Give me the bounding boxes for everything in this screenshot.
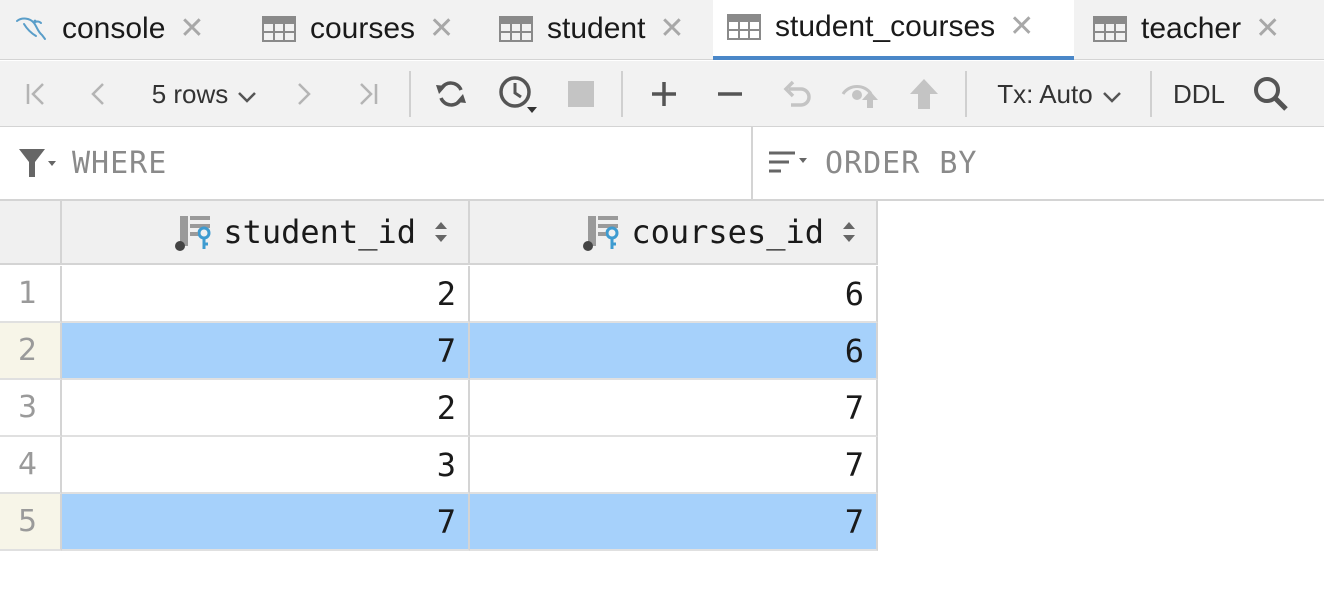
- tab-label: console: [62, 12, 166, 45]
- next-page-button[interactable]: [284, 61, 324, 127]
- last-page-button[interactable]: [346, 61, 390, 127]
- arrow-up-icon: [910, 79, 938, 109]
- search-icon: [1254, 77, 1288, 111]
- foreign-key-column-icon: [175, 212, 215, 252]
- sort-icon[interactable]: [434, 220, 448, 244]
- ddl-button[interactable]: DDL: [1166, 61, 1232, 127]
- undo-icon: [783, 80, 811, 107]
- page-size-label: 5 rows: [151, 78, 229, 109]
- tab-label: teacher: [1141, 12, 1242, 45]
- mysql-console-icon: [14, 15, 48, 43]
- column-title: courses_id: [631, 213, 824, 251]
- cell-student-id[interactable]: 2: [62, 266, 470, 323]
- tab-label: student_courses: [775, 10, 996, 43]
- stop-icon: [568, 81, 594, 107]
- grid-corner[interactable]: [0, 201, 62, 265]
- tab-student[interactable]: student ✕: [485, 0, 709, 58]
- row-number[interactable]: 2: [0, 323, 62, 380]
- eye-upload-icon: [841, 85, 878, 108]
- tab-courses[interactable]: courses ✕: [248, 0, 480, 58]
- sort-icon[interactable]: [842, 220, 856, 244]
- where-filter-field[interactable]: WHERE: [0, 127, 751, 199]
- editor-tab-bar: console ✕ courses ✕ student ✕ student_co…: [0, 0, 1324, 60]
- chevron-left-icon: [91, 83, 104, 105]
- close-icon[interactable]: ✕: [1009, 12, 1034, 42]
- add-row-button[interactable]: [642, 61, 686, 127]
- tab-console[interactable]: console ✕: [0, 0, 244, 58]
- column-header-courses-id[interactable]: courses_id: [470, 201, 878, 265]
- chevron-right-icon: [298, 83, 311, 105]
- tab-student-courses[interactable]: student_courses ✕: [713, 0, 1074, 60]
- transaction-mode-dropdown[interactable]: Tx: Auto: [990, 61, 1130, 127]
- column-title: student_id: [223, 213, 416, 251]
- toolbar-separator: [409, 71, 411, 117]
- tab-label: courses: [310, 12, 416, 45]
- preview-pending-changes-button[interactable]: [836, 61, 884, 127]
- cell-courses-id[interactable]: 7: [470, 494, 878, 551]
- order-by-placeholder: ORDER BY: [825, 145, 978, 181]
- cell-student-id[interactable]: 3: [62, 437, 470, 494]
- data-editor-toolbar: 5 rows Tx: Auto DDL: [0, 61, 1324, 127]
- close-icon[interactable]: ✕: [659, 14, 684, 44]
- cell-courses-id[interactable]: 6: [470, 323, 878, 380]
- table-icon: [499, 15, 533, 43]
- toolbar-separator: [1150, 71, 1152, 117]
- filter-icon: [19, 149, 56, 177]
- history-button[interactable]: [494, 61, 540, 127]
- plus-icon: [652, 82, 676, 106]
- clock-icon: [499, 76, 537, 113]
- minus-icon: [718, 92, 742, 96]
- refresh-button[interactable]: [428, 61, 474, 127]
- last-page-icon: [360, 83, 378, 105]
- row-number[interactable]: 4: [0, 437, 62, 494]
- order-by-field[interactable]: ORDER BY: [753, 127, 1324, 199]
- column-header-student-id[interactable]: student_id: [62, 201, 470, 265]
- first-page-button[interactable]: [14, 61, 58, 127]
- table-icon: [1093, 15, 1127, 43]
- where-placeholder: WHERE: [72, 145, 168, 181]
- stop-button[interactable]: [560, 61, 602, 127]
- foreign-key-column-icon: [583, 212, 623, 252]
- first-page-icon: [26, 83, 44, 105]
- cell-courses-id[interactable]: 7: [470, 380, 878, 437]
- delete-row-button[interactable]: [708, 61, 752, 127]
- tab-label: student: [547, 12, 646, 45]
- cell-courses-id[interactable]: 6: [470, 266, 878, 323]
- sort-lines-icon: [769, 151, 807, 173]
- row-number[interactable]: 5: [0, 494, 62, 551]
- cell-student-id[interactable]: 7: [62, 323, 470, 380]
- table-icon: [262, 15, 296, 43]
- close-icon[interactable]: ✕: [429, 14, 454, 44]
- chevron-down-icon: [1102, 92, 1121, 103]
- search-button[interactable]: [1246, 61, 1296, 127]
- page-size-dropdown[interactable]: 5 rows: [145, 61, 265, 127]
- submit-button[interactable]: [902, 61, 946, 127]
- refresh-icon: [436, 81, 466, 107]
- previous-page-button[interactable]: [78, 61, 118, 127]
- row-number[interactable]: 1: [0, 266, 62, 323]
- close-icon[interactable]: ✕: [179, 14, 204, 44]
- cell-student-id[interactable]: 2: [62, 380, 470, 437]
- chevron-down-icon: [238, 92, 257, 103]
- toolbar-separator: [965, 71, 967, 117]
- transaction-mode-label: Tx: Auto: [997, 78, 1093, 109]
- close-icon[interactable]: ✕: [1255, 14, 1280, 44]
- table-icon: [727, 13, 761, 41]
- cell-student-id[interactable]: 7: [62, 494, 470, 551]
- ddl-label: DDL: [1172, 78, 1225, 109]
- filter-bar: WHERE ORDER BY: [0, 127, 1324, 201]
- toolbar-separator: [621, 71, 623, 117]
- row-number[interactable]: 3: [0, 380, 62, 437]
- cell-courses-id[interactable]: 7: [470, 437, 878, 494]
- tab-teacher[interactable]: teacher ✕: [1079, 0, 1324, 58]
- revert-button[interactable]: [774, 61, 818, 127]
